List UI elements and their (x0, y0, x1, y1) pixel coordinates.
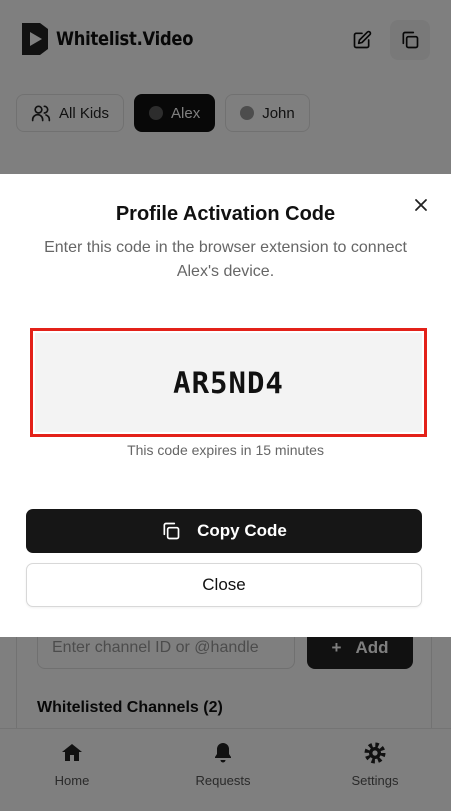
activation-code: AR5ND4 (35, 333, 422, 432)
copy-icon (163, 522, 180, 540)
modal-description: Enter this code in the browser extension… (44, 239, 407, 280)
code-expiry-text: This code expires in 15 minutes (127, 442, 324, 458)
activation-code-modal: Profile Activation Code Enter this code … (0, 174, 451, 637)
copy-code-label: Copy Code (197, 521, 287, 540)
close-icon[interactable] (410, 194, 432, 216)
close-button[interactable]: Close (26, 563, 422, 607)
activation-code-box: AR5ND4 (30, 328, 427, 437)
modal-title: Profile Activation Code (115, 203, 336, 225)
copy-code-button[interactable]: Copy Code (26, 509, 422, 553)
